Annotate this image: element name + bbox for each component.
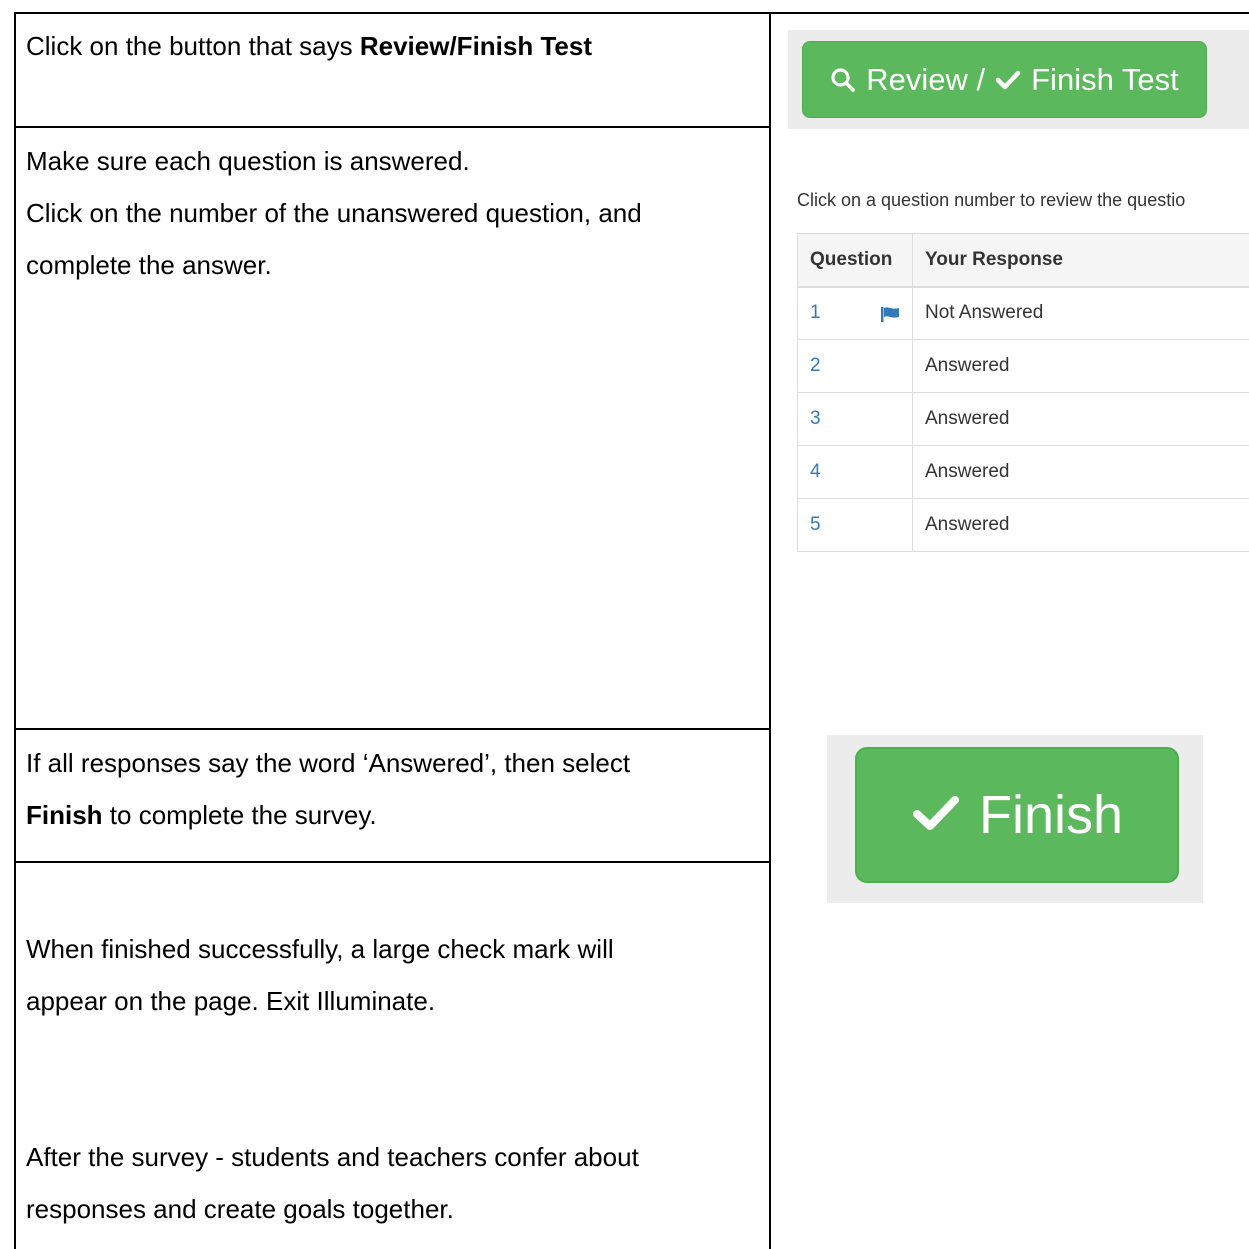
table-row: 5 Answered bbox=[797, 498, 1249, 552]
step4-line4: responses and create goals together. bbox=[26, 1194, 454, 1224]
response-cell: Not Answered bbox=[912, 286, 1249, 340]
review-instruction: Click on a question number to review the… bbox=[797, 190, 1186, 210]
step4-line2: appear on the page. Exit Illuminate. bbox=[26, 986, 436, 1016]
question-number-link[interactable]: 2 bbox=[797, 339, 913, 393]
step4-line3: After the survey - students and teachers… bbox=[26, 1142, 639, 1172]
question-number-link[interactable]: 3 bbox=[797, 392, 913, 446]
finish-test-label: Finish Test bbox=[1031, 61, 1179, 97]
row-divider-2 bbox=[14, 728, 771, 730]
flag-icon bbox=[880, 306, 900, 329]
step1-prefix: Click on the button that says bbox=[26, 31, 360, 61]
step2-text: Make sure each question is answered. Cli… bbox=[26, 135, 746, 291]
table-header-row: Question Your Response bbox=[797, 233, 1249, 288]
step3-text: If all responses say the word ‘Answered’… bbox=[26, 737, 746, 841]
step2-line2: Click on the number of the unanswered qu… bbox=[26, 198, 642, 228]
step1-bold: Review/Finish Test bbox=[359, 31, 592, 61]
check-icon bbox=[911, 784, 961, 846]
search-icon bbox=[830, 67, 856, 93]
row-divider-1 bbox=[14, 126, 771, 128]
question-number-link[interactable]: 4 bbox=[797, 445, 913, 499]
step2-line3: complete the answer. bbox=[26, 250, 272, 280]
step4-line1: When finished successfully, a large chec… bbox=[26, 934, 614, 964]
response-header: Your Response bbox=[912, 233, 1249, 288]
review-label: Review / bbox=[866, 61, 986, 97]
row-divider-3 bbox=[14, 861, 771, 863]
question-number-link[interactable]: 5 bbox=[797, 498, 913, 552]
instructions-table: Click on the button that says Review/Fin… bbox=[0, 0, 1249, 1249]
check-icon bbox=[995, 69, 1021, 91]
question-number[interactable]: 4 bbox=[810, 461, 821, 482]
table-row: 4 Answered bbox=[797, 445, 1249, 499]
step1-text: Click on the button that says Review/Fin… bbox=[26, 20, 746, 72]
table-border-left bbox=[14, 12, 16, 1249]
step4-text-b: After the survey - students and teachers… bbox=[26, 1131, 746, 1235]
step4-text-a: When finished successfully, a large chec… bbox=[26, 923, 746, 1027]
step3-line1: If all responses say the word ‘Answered’… bbox=[26, 748, 631, 778]
question-number[interactable]: 1 bbox=[810, 302, 821, 323]
step2-line1: Make sure each question is answered. bbox=[26, 146, 470, 176]
step3-bold: Finish bbox=[26, 800, 103, 830]
table-row: 2 Answered bbox=[797, 339, 1249, 393]
finish-label: Finish bbox=[978, 785, 1124, 845]
question-number[interactable]: 2 bbox=[810, 355, 821, 376]
response-cell: Answered bbox=[912, 445, 1249, 499]
review-finish-button[interactable]: Review / Finish Test bbox=[802, 41, 1207, 118]
finish-button-screenshot: Finish bbox=[827, 735, 1203, 903]
question-review-table: Question Your Response 1 Not Answered 2 … bbox=[797, 233, 1249, 552]
table-column-divider bbox=[769, 12, 771, 1249]
question-header: Question bbox=[797, 233, 913, 288]
finish-button[interactable]: Finish bbox=[855, 747, 1179, 883]
question-number[interactable]: 3 bbox=[810, 408, 821, 429]
question-number-link[interactable]: 1 bbox=[797, 286, 913, 340]
table-row: 3 Answered bbox=[797, 392, 1249, 446]
table-row: 1 Not Answered bbox=[797, 286, 1249, 340]
question-number[interactable]: 5 bbox=[810, 514, 821, 535]
response-cell: Answered bbox=[912, 339, 1249, 393]
response-cell: Answered bbox=[912, 392, 1249, 446]
table-border-top bbox=[14, 12, 1249, 14]
step3-line2: Finish to complete the survey. bbox=[26, 789, 746, 841]
review-button-screenshot: Review / Finish Test bbox=[788, 30, 1249, 129]
response-cell: Answered bbox=[912, 498, 1249, 552]
step3-suffix: to complete the survey. bbox=[102, 800, 377, 830]
